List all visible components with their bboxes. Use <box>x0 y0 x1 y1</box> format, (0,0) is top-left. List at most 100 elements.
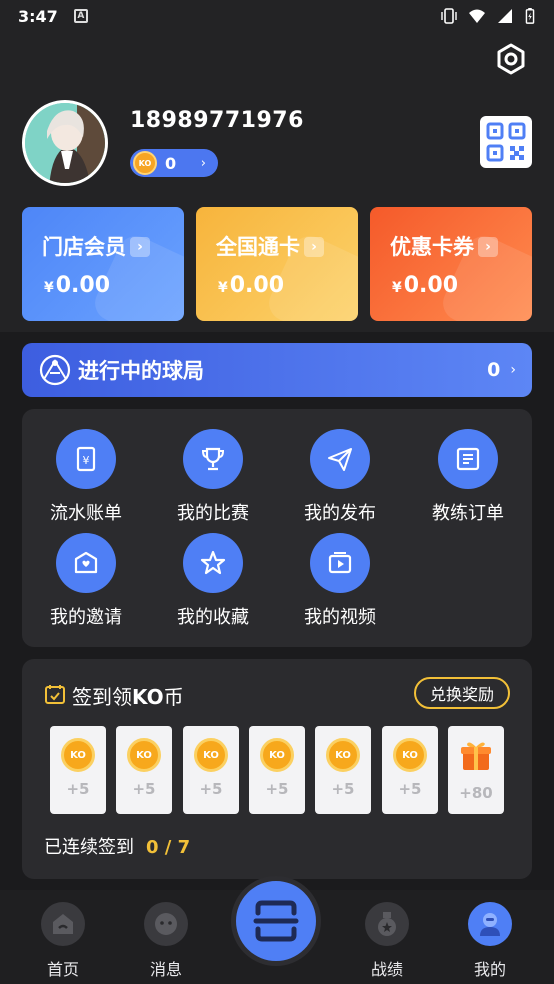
nav-label: 首页 <box>46 960 79 979</box>
basketball-game-icon <box>39 354 71 386</box>
currency-symbol: ¥ <box>218 280 228 296</box>
nav-messages[interactable]: 消息 <box>131 902 201 980</box>
nav-mine[interactable]: 我的 <box>455 902 525 980</box>
menu-item-my-invites[interactable]: 我的邀请 <box>31 533 141 633</box>
scan-icon <box>253 900 299 942</box>
receipt-icon: ¥ <box>76 446 96 472</box>
menu-item-label: 流水账单 <box>50 503 122 524</box>
checkin-streak: 已连续签到 0 / 7 <box>44 833 190 859</box>
chevron-right-icon: › <box>130 237 150 257</box>
menu-item-favorites[interactable]: 我的收藏 <box>158 533 268 633</box>
card-title: 全国通卡 <box>216 235 300 259</box>
svg-text:¥: ¥ <box>83 454 90 467</box>
redeem-rewards-button[interactable]: 兑换奖励 <box>414 677 510 709</box>
checkin-day-3[interactable]: KO +5 <box>183 726 239 814</box>
menu-item-coach-orders[interactable]: 教练订单 <box>413 429 523 529</box>
streak-value: 0 / 7 <box>146 837 191 858</box>
qr-code-button[interactable] <box>480 116 532 168</box>
checkin-day-7[interactable]: +80 <box>448 726 504 814</box>
checkin-title-prefix: 签到领 <box>72 685 132 709</box>
wifi-icon <box>469 9 485 23</box>
checkin-day-5[interactable]: KO +5 <box>315 726 371 814</box>
checkin-reward: +5 <box>265 780 289 798</box>
menu-item-my-matches[interactable]: 我的比赛 <box>158 429 268 529</box>
menu-item-my-posts[interactable]: 我的发布 <box>285 429 395 529</box>
status-time: 3:47 <box>18 6 58 26</box>
menu-item-label: 我的发布 <box>304 503 376 524</box>
status-bar: 3:47 A <box>0 0 554 32</box>
settings-hexagon-icon[interactable] <box>494 42 528 76</box>
checkin-title: 签到领KO币 <box>72 681 184 710</box>
ko-coin-count: 0 <box>165 153 177 173</box>
order-list-icon <box>456 447 480 471</box>
nav-label: 消息 <box>149 960 182 979</box>
menu-item-label: 教练订单 <box>432 503 504 524</box>
battery-icon <box>525 8 535 24</box>
avatar[interactable] <box>22 100 108 186</box>
checkin-reward: +80 <box>459 784 493 802</box>
ko-coin-icon: KO <box>393 738 427 772</box>
checkin-title-suffix: 币 <box>163 685 184 709</box>
message-icon <box>155 913 177 935</box>
card-amount: 0.00 <box>229 273 285 298</box>
ko-coin-balance-button[interactable]: KO 0 › <box>130 149 218 177</box>
checkin-day-4[interactable]: KO +5 <box>249 726 305 814</box>
nav-label: 我的 <box>473 960 506 979</box>
ko-coin-icon: KO <box>133 151 157 175</box>
checkin-day-2[interactable]: KO +5 <box>116 726 172 814</box>
chevron-right-icon: › <box>478 237 498 257</box>
checkin-day-1[interactable]: KO +5 <box>50 726 106 814</box>
wallet-cards: 门店会员 › ¥0.00 全国通卡 › ¥0.00 优惠卡券 › ¥0.00 <box>22 207 532 321</box>
ongoing-games-banner[interactable]: 进行中的球局 0 › <box>22 343 532 397</box>
notification-icon: A <box>73 9 88 23</box>
checkin-reward: +5 <box>398 780 422 798</box>
checkin-reward: +5 <box>132 780 156 798</box>
checkin-reward: +5 <box>331 780 355 798</box>
vibrate-icon <box>441 8 457 24</box>
card-amount: 0.00 <box>403 273 459 298</box>
coupon-card[interactable]: 优惠卡券 › ¥0.00 <box>370 207 532 321</box>
video-icon <box>328 552 352 574</box>
trophy-icon <box>201 447 225 471</box>
card-title: 优惠卡券 <box>390 235 474 259</box>
menu-item-my-videos[interactable]: 我的视频 <box>285 533 395 633</box>
chevron-right-icon: › <box>510 362 516 378</box>
store-member-card[interactable]: 门店会员 › ¥0.00 <box>22 207 184 321</box>
medal-icon <box>378 912 396 936</box>
ko-coin-icon: KO <box>326 738 360 772</box>
scan-button[interactable] <box>231 876 321 966</box>
card-amount: 0.00 <box>55 273 111 298</box>
feature-menu: ¥ 流水账单 我的比赛 我的发布 教练订单 我的邀请 我的收藏 我的视频 <box>22 409 532 647</box>
nav-label: 战绩 <box>370 960 403 979</box>
checkin-reward: +5 <box>66 780 90 798</box>
qr-code-icon <box>486 122 526 162</box>
chevron-right-icon: › <box>200 155 206 171</box>
nav-records[interactable]: 战绩 <box>352 902 422 980</box>
ko-coin-icon: KO <box>260 738 294 772</box>
national-pass-card[interactable]: 全国通卡 › ¥0.00 <box>196 207 358 321</box>
chevron-right-icon: › <box>304 237 324 257</box>
star-icon <box>200 550 226 575</box>
profile-icon <box>480 913 500 936</box>
nav-home[interactable]: 首页 <box>28 902 98 980</box>
currency-symbol: ¥ <box>44 280 54 296</box>
paper-plane-icon <box>328 448 352 471</box>
checkin-reward: +5 <box>199 780 223 798</box>
card-title: 门店会员 <box>42 235 126 259</box>
streak-label: 已连续签到 <box>44 837 134 858</box>
checkin-title-ko: KO <box>132 685 164 709</box>
ko-coin-icon: KO <box>61 738 95 772</box>
cell-signal-icon <box>498 9 512 23</box>
currency-symbol: ¥ <box>392 280 402 296</box>
ongoing-games-label: 进行中的球局 <box>78 359 204 383</box>
gift-box-icon <box>461 742 491 770</box>
menu-item-transactions[interactable]: ¥ 流水账单 <box>31 429 141 529</box>
menu-item-label: 我的视频 <box>304 607 376 628</box>
daily-checkin-panel: 签到领KO币 兑换奖励 KO +5 KO +5 KO +5 KO +5 KO +… <box>22 659 532 879</box>
calendar-check-icon <box>45 685 65 704</box>
menu-item-label: 我的邀请 <box>50 607 122 628</box>
heart-mail-icon <box>74 551 98 574</box>
ko-coin-icon: KO <box>127 738 161 772</box>
checkin-day-6[interactable]: KO +5 <box>382 726 438 814</box>
ongoing-games-count: 0 <box>487 359 501 381</box>
